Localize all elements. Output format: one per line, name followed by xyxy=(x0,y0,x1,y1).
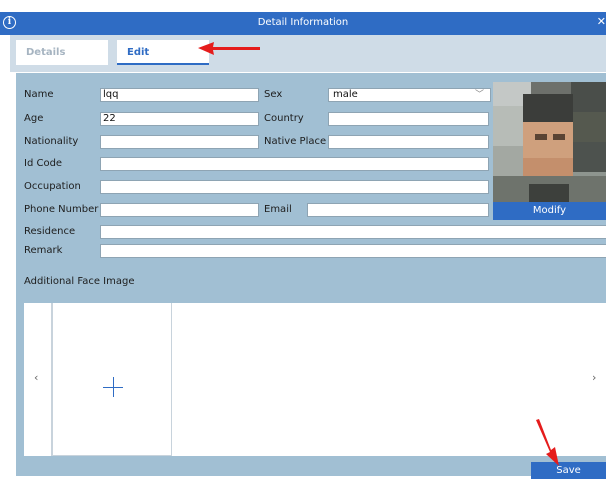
additional-face-label: Additional Face Image xyxy=(24,276,135,287)
tab-details[interactable]: Details xyxy=(16,40,108,65)
id-code-field[interactable] xyxy=(100,157,489,171)
remark-label: Remark xyxy=(24,245,63,256)
name-field[interactable]: lqq xyxy=(100,88,259,102)
remark-field[interactable] xyxy=(100,244,606,258)
occupation-label: Occupation xyxy=(24,181,81,192)
sex-select-value: male xyxy=(333,89,358,100)
nationality-label: Nationality xyxy=(24,136,79,147)
sex-label: Sex xyxy=(264,89,283,100)
face-photo xyxy=(493,82,606,202)
window-titlebar: i Detail Information ✕ xyxy=(0,12,606,35)
name-label: Name xyxy=(24,89,54,100)
residence-field[interactable] xyxy=(100,225,606,239)
nationality-field[interactable] xyxy=(100,135,259,149)
add-face-slot[interactable] xyxy=(52,303,172,456)
face-prev-area[interactable]: ‹ xyxy=(24,303,52,456)
country-label: Country xyxy=(264,113,304,124)
edit-panel: Name lqq Sex male ﹀ Age 22 Country Natio… xyxy=(16,73,606,479)
chevron-down-icon: ﹀ xyxy=(474,90,484,100)
country-field[interactable] xyxy=(328,112,489,126)
email-field[interactable] xyxy=(307,203,489,217)
chevron-right-icon[interactable]: › xyxy=(592,371,596,384)
plus-icon-vertical[interactable] xyxy=(113,377,114,397)
native-place-label: Native Place xyxy=(264,136,327,147)
email-label: Email xyxy=(264,204,292,215)
residence-label: Residence xyxy=(24,226,76,237)
id-code-label: Id Code xyxy=(24,158,63,169)
age-field[interactable]: 22 xyxy=(100,112,259,126)
native-place-field[interactable] xyxy=(328,135,489,149)
sex-select[interactable]: male ﹀ xyxy=(328,88,491,102)
tab-bar: Details Edit xyxy=(10,35,606,72)
phone-field[interactable] xyxy=(100,203,259,217)
face-photo-image xyxy=(493,82,606,202)
window-title: Detail Information xyxy=(257,17,349,28)
chevron-left-icon[interactable]: ‹ xyxy=(34,371,38,384)
occupation-field[interactable] xyxy=(100,180,489,194)
modify-button[interactable]: Modify xyxy=(493,202,606,220)
close-icon[interactable]: ✕ xyxy=(597,15,606,28)
additional-face-area: ‹ › xyxy=(24,303,606,456)
phone-label: Phone Number xyxy=(24,204,99,215)
tab-edit[interactable]: Edit xyxy=(117,40,209,65)
save-button[interactable]: Save xyxy=(531,462,606,479)
age-label: Age xyxy=(24,113,44,124)
